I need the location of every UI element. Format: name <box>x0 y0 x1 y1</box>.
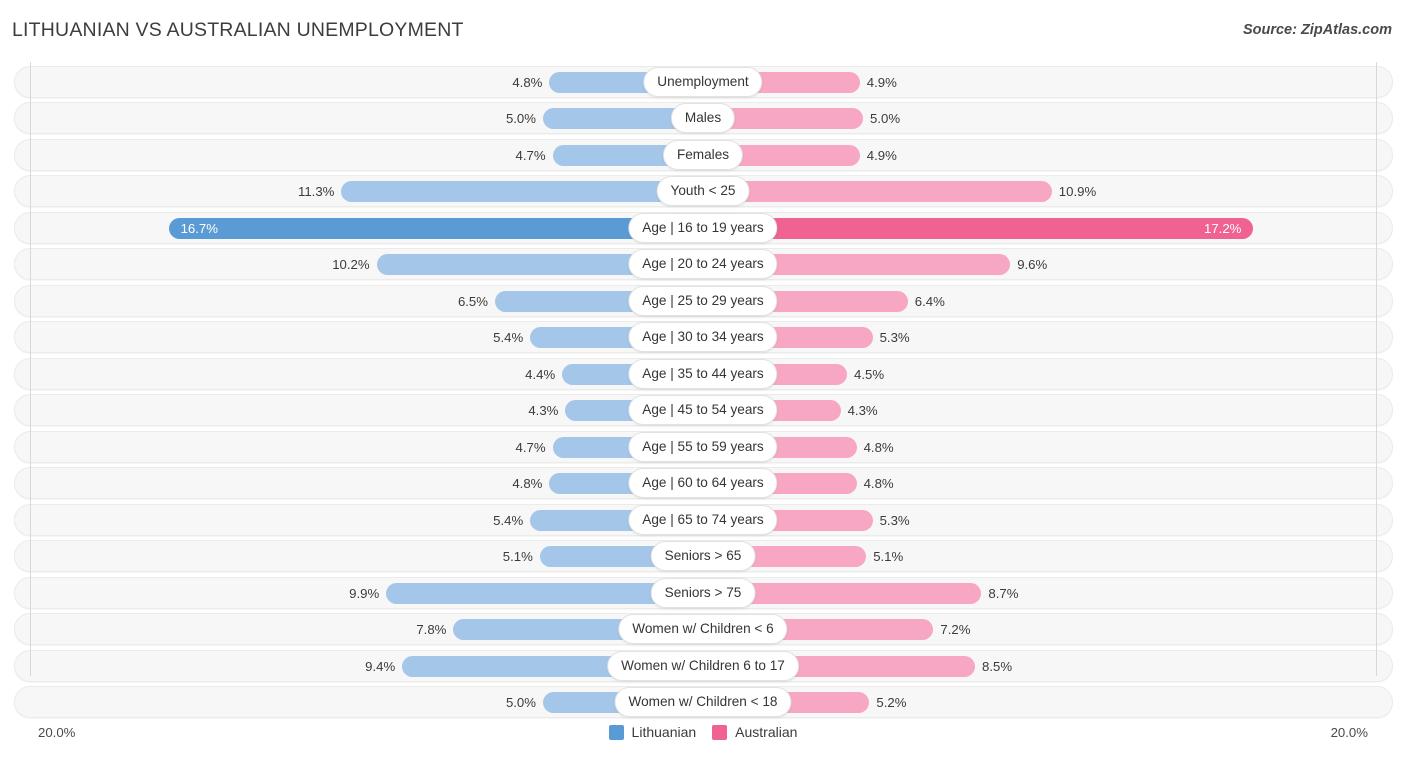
category-label[interactable]: Youth < 25 <box>656 176 750 207</box>
gridline-left <box>30 62 31 676</box>
value-label-australian: 8.7% <box>988 585 1019 601</box>
chart-rows: 4.8% 4.9% Unemployment 5.0% 5.0% Males 4.7% 4.9… <box>0 64 1406 721</box>
value-label-australian: 8.5% <box>982 658 1013 674</box>
table-row[interactable]: 5.4% 5.3% Age | 65 to 74 years <box>0 502 1406 538</box>
value-label-australian: 10.9% <box>1058 184 1097 200</box>
value-label-australian: 5.0% <box>870 111 901 127</box>
category-label[interactable]: Age | 45 to 54 years <box>628 395 778 426</box>
category-label[interactable]: Women w/ Children < 18 <box>614 687 792 718</box>
legend-item[interactable]: Lithuanian <box>608 724 697 740</box>
value-label-australian: 5.1% <box>873 549 904 565</box>
legend-label: Australian <box>735 724 798 740</box>
table-row[interactable]: 5.0% 5.0% Males <box>0 100 1406 136</box>
chart-footer: 20.0% 20.0% Lithuanian Australian <box>0 717 1406 757</box>
value-label-australian: 9.6% <box>1017 257 1048 273</box>
table-row[interactable]: 5.0% 5.2% Women w/ Children < 18 <box>0 684 1406 720</box>
value-label-lithuanian: 5.0% <box>505 695 536 711</box>
value-label-australian: 4.9% <box>866 75 897 90</box>
category-label[interactable]: Age | 16 to 19 years <box>628 212 778 243</box>
table-row[interactable]: 4.7% 4.8% Age | 55 to 59 years <box>0 429 1406 465</box>
table-row[interactable]: 11.3% 10.9% Youth < 25 <box>0 173 1406 209</box>
value-label-australian: 4.3% <box>847 403 878 419</box>
category-label[interactable]: Age | 35 to 44 years <box>628 358 778 389</box>
value-label-lithuanian: 10.2% <box>332 257 370 273</box>
category-label[interactable]: Age | 65 to 74 years <box>628 504 778 535</box>
category-label[interactable]: Females <box>662 139 744 170</box>
value-label-lithuanian: 4.8% <box>512 476 543 492</box>
table-row[interactable]: 5.4% 5.3% Age | 30 to 34 years <box>0 319 1406 355</box>
value-label-australian: 6.4% <box>914 293 945 309</box>
legend-swatch-icon <box>608 724 624 740</box>
legend-label: Lithuanian <box>631 724 697 740</box>
gridline-right <box>1376 62 1377 676</box>
legend-item[interactable]: Australian <box>712 724 797 740</box>
value-label-australian: 17.2% <box>1204 220 1242 236</box>
category-label[interactable]: Seniors > 65 <box>650 541 756 572</box>
table-row[interactable]: 4.8% 4.8% Age | 60 to 64 years <box>0 465 1406 501</box>
value-label-lithuanian: 4.3% <box>528 403 559 419</box>
table-row[interactable]: 4.8% 4.9% Unemployment <box>0 64 1406 100</box>
bar-australian <box>703 181 1052 203</box>
table-row[interactable]: 6.5% 6.4% Age | 25 to 29 years <box>0 283 1406 319</box>
value-label-lithuanian: 5.4% <box>493 512 524 528</box>
table-row[interactable]: 7.8% 7.2% Women w/ Children < 6 <box>0 611 1406 647</box>
category-label[interactable]: Age | 30 to 34 years <box>628 322 778 353</box>
category-label[interactable]: Unemployment <box>643 67 763 97</box>
category-label[interactable]: Women w/ Children < 6 <box>618 614 788 645</box>
value-label-lithuanian: 5.1% <box>502 549 533 565</box>
table-row[interactable]: 4.7% 4.9% Females <box>0 137 1406 173</box>
category-label[interactable]: Age | 60 to 64 years <box>628 468 778 499</box>
value-label-australian: 5.3% <box>879 330 910 346</box>
legend-swatch-icon <box>712 724 728 740</box>
value-label-australian: 4.8% <box>863 476 894 492</box>
bar-australian <box>703 217 1254 239</box>
value-label-lithuanian: 11.3% <box>297 184 335 200</box>
value-label-australian: 4.9% <box>866 147 897 163</box>
value-label-lithuanian: 4.8% <box>512 75 543 90</box>
chart-legend: Lithuanian Australian <box>0 724 1406 740</box>
bar-lithuanian <box>341 181 703 203</box>
value-label-australian: 4.5% <box>854 366 885 382</box>
page-title: LITHUANIAN VS AUSTRALIAN UNEMPLOYMENT <box>12 19 464 41</box>
value-label-lithuanian: 6.5% <box>457 293 488 309</box>
value-label-lithuanian: 5.4% <box>493 330 524 346</box>
value-label-australian: 5.3% <box>879 512 910 528</box>
category-label[interactable]: Males <box>670 103 736 134</box>
value-label-lithuanian: 4.4% <box>525 366 556 382</box>
value-label-lithuanian: 9.4% <box>365 658 396 674</box>
value-label-lithuanian: 7.8% <box>416 622 447 638</box>
table-row[interactable]: 5.1% 5.1% Seniors > 65 <box>0 538 1406 574</box>
bar-lithuanian <box>168 217 703 239</box>
value-label-lithuanian: 4.7% <box>515 439 546 455</box>
table-row[interactable]: 9.4% 8.5% Women w/ Children 6 to 17 <box>0 648 1406 684</box>
value-label-lithuanian: 16.7% <box>180 220 218 236</box>
table-row[interactable]: 16.7% 17.2% Age | 16 to 19 years <box>0 210 1406 246</box>
table-row[interactable]: 4.4% 4.5% Age | 35 to 44 years <box>0 356 1406 392</box>
value-label-australian: 7.2% <box>940 622 971 638</box>
chart-plot-area: 4.8% 4.9% Unemployment 5.0% 5.0% Males 4.7% 4.9… <box>0 62 1406 719</box>
category-label[interactable]: Age | 55 to 59 years <box>628 431 778 462</box>
table-row[interactable]: 4.3% 4.3% Age | 45 to 54 years <box>0 392 1406 428</box>
table-row[interactable]: 9.9% 8.7% Seniors > 75 <box>0 575 1406 611</box>
category-label[interactable]: Seniors > 75 <box>650 577 756 608</box>
value-label-australian: 5.2% <box>876 695 907 711</box>
category-label[interactable]: Age | 25 to 29 years <box>628 285 778 316</box>
value-label-lithuanian: 5.0% <box>505 111 536 127</box>
source-attribution: Source: ZipAtlas.com <box>1242 22 1392 38</box>
category-label[interactable]: Age | 20 to 24 years <box>628 249 778 280</box>
value-label-australian: 4.8% <box>863 439 894 455</box>
value-label-lithuanian: 9.9% <box>349 585 380 601</box>
category-label[interactable]: Women w/ Children 6 to 17 <box>607 650 799 681</box>
chart-header: LITHUANIAN VS AUSTRALIAN UNEMPLOYMENT So… <box>0 0 1406 60</box>
table-row[interactable]: 10.2% 9.6% Age | 20 to 24 years <box>0 246 1406 282</box>
value-label-lithuanian: 4.7% <box>515 147 546 163</box>
